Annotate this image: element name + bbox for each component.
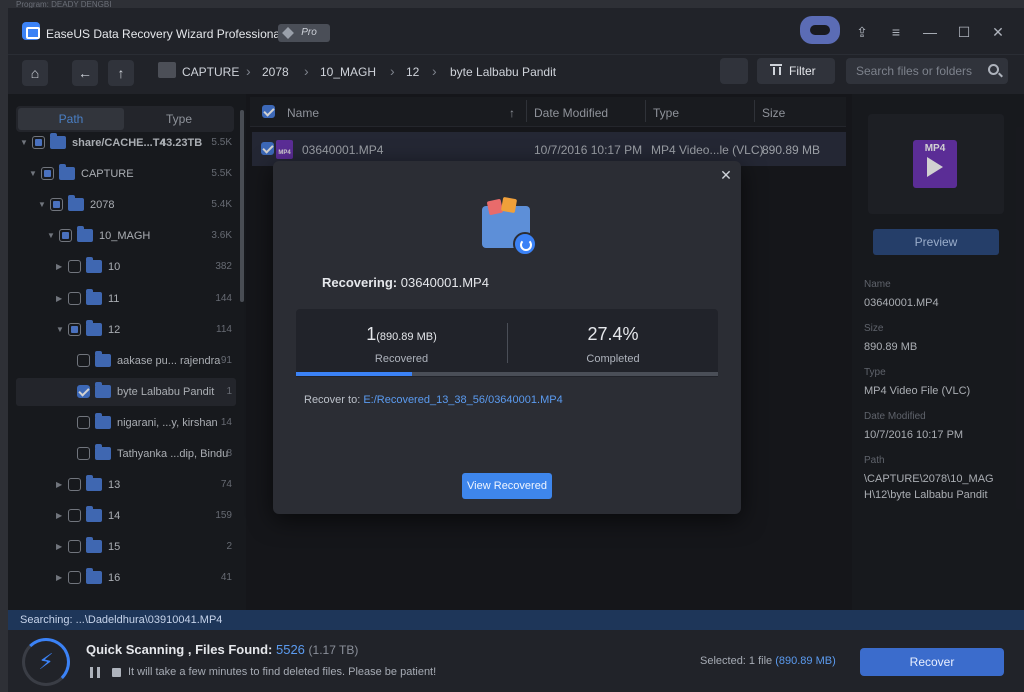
- filter-icon: [770, 64, 782, 76]
- breadcrumb-separator: ›: [432, 63, 437, 79]
- upload-icon[interactable]: ⇪: [854, 24, 870, 40]
- app-logo-icon: [22, 22, 40, 40]
- list-view-toggle-icon[interactable]: [720, 58, 748, 84]
- recover-to-label: Recover to:: [304, 394, 361, 406]
- pause-icon[interactable]: [90, 667, 100, 678]
- breadcrumb-separator: ›: [246, 63, 251, 79]
- recovered-count-value: 1: [366, 324, 377, 344]
- background-window-edge: [0, 0, 8, 692]
- menu-icon[interactable]: ≡: [888, 24, 904, 40]
- close-button[interactable]: ✕: [990, 24, 1006, 40]
- breadcrumb-item[interactable]: 10_MAGH: [320, 65, 376, 79]
- selected-summary: Selected: 1 file (890.89 MB): [700, 655, 836, 667]
- maximize-button[interactable]: ☐: [956, 24, 972, 40]
- recovery-progress-fill: [296, 372, 412, 376]
- recover-button[interactable]: Recover: [860, 648, 1004, 676]
- breadcrumb-item[interactable]: byte Lalbabu Pandit: [450, 65, 556, 79]
- background-window-strip: [0, 0, 1024, 8]
- breadcrumb-item[interactable]: 12: [406, 65, 419, 79]
- assistant-robot-icon[interactable]: [800, 16, 840, 44]
- recovered-count: 1(890.89 MB): [296, 324, 507, 345]
- home-button[interactable]: ⌂: [22, 60, 48, 86]
- pro-badge: Pro: [278, 24, 330, 42]
- completed-percent: 27.4%: [587, 324, 639, 344]
- recovering-file-name: 03640001.MP4: [400, 275, 489, 290]
- breadcrumb-item[interactable]: 2078: [262, 65, 289, 79]
- scan-title-text: Quick Scanning , Files Found:: [86, 642, 273, 657]
- view-recovered-button[interactable]: View Recovered: [462, 473, 552, 499]
- scan-title: Quick Scanning , Files Found: 5526 (1.17…: [86, 642, 358, 657]
- selected-size: (890.89 MB): [775, 655, 836, 667]
- minimize-button[interactable]: —: [922, 24, 938, 40]
- search-input[interactable]: [846, 58, 1008, 84]
- recovered-size: (890.89 MB): [376, 331, 437, 343]
- recovered-label: Recovered: [374, 353, 429, 365]
- scan-hint: It will take a few minutes to find delet…: [128, 666, 437, 678]
- refresh-icon: [513, 232, 537, 256]
- recover-to: Recover to: E:/Recovered_13_38_56/036400…: [304, 394, 563, 406]
- completed-label: Completed: [586, 353, 640, 365]
- lightning-icon: ⚡: [38, 649, 54, 674]
- pro-badge-label: Pro: [301, 27, 317, 38]
- searching-status: Searching: ...\Dadeldhura\03910041.MP4: [8, 610, 1024, 630]
- drive-icon[interactable]: [158, 62, 176, 78]
- back-button[interactable]: ←: [72, 60, 98, 86]
- breadcrumb-separator: ›: [390, 63, 395, 79]
- search-icon[interactable]: [988, 64, 999, 75]
- stop-icon[interactable]: [112, 668, 121, 677]
- up-button[interactable]: ↑: [108, 60, 134, 86]
- recover-to-path-link[interactable]: E:/Recovered_13_38_56/03640001.MP4: [363, 394, 562, 406]
- app-title: EaseUS Data Recovery Wizard Professional: [46, 27, 283, 41]
- files-found-size: (1.17 TB): [308, 643, 359, 657]
- filter-button[interactable]: Filter: [757, 58, 835, 84]
- recovering-title: Recovering: 03640001.MP4: [322, 275, 489, 290]
- selected-count: Selected: 1 file: [700, 655, 773, 667]
- breadcrumb-separator: ›: [304, 63, 309, 79]
- dialog-close-icon[interactable]: ✕: [718, 167, 734, 183]
- files-found-count: 5526: [275, 642, 305, 657]
- recovering-prefix: Recovering:: [322, 275, 398, 290]
- breadcrumb-item[interactable]: CAPTURE: [182, 65, 239, 79]
